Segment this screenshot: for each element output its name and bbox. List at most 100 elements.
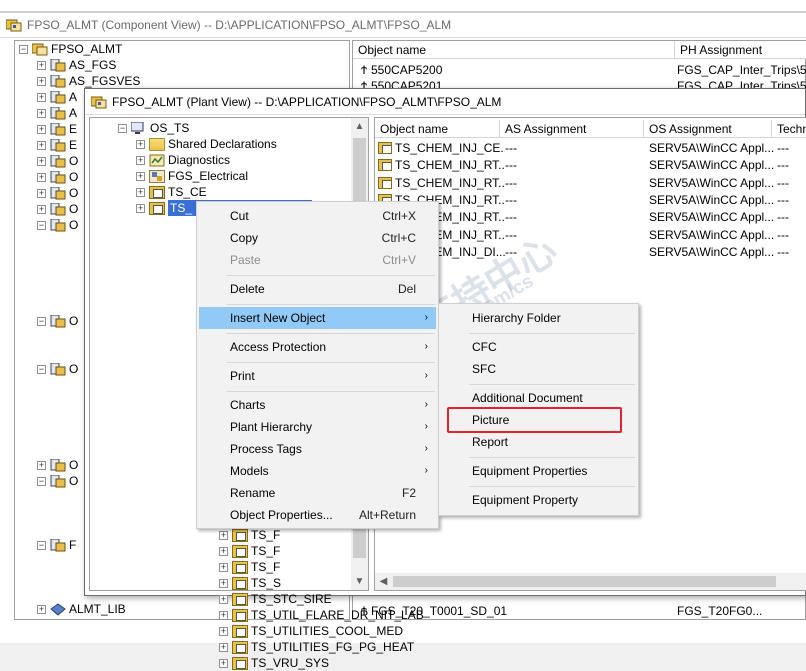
expand-icon[interactable]: + [219, 658, 228, 668]
tree-item[interactable]: + O [37, 185, 78, 201]
list-row[interactable]: TS_CHEM_INJ_CE... --- SERV5A\WinCC Appl...… [378, 140, 806, 157]
tree-root[interactable]: − FPSO_ALMT [19, 41, 122, 57]
menu-item-insert-new-object[interactable]: Insert New Object › [199, 307, 436, 329]
collapse-icon[interactable]: − [118, 123, 127, 133]
expand-icon[interactable]: + [219, 642, 228, 652]
tree-item-diagnostics[interactable]: + Diagnostics [136, 152, 230, 168]
menu-item-copy[interactable]: Copy Ctrl+C [199, 227, 436, 249]
expand-icon[interactable]: + [37, 92, 46, 102]
submenu-item-equipment-property[interactable]: Equipment Property [441, 489, 636, 511]
expand-icon[interactable]: + [37, 172, 46, 182]
scroll-thumb[interactable] [393, 576, 776, 587]
tree-item[interactable]: + TS_F [219, 527, 280, 543]
menu-item-charts[interactable]: Charts › [199, 394, 436, 416]
tree-item[interactable]: + O [37, 169, 78, 185]
tree-item[interactable]: + TS_S [219, 575, 281, 591]
expand-icon[interactable]: + [219, 594, 228, 604]
column-header[interactable]: Techn [772, 120, 806, 137]
list-row[interactable]: TS_CHEM_INJ_RT... --- SERV5A\WinCC Appl...… [378, 209, 806, 226]
collapse-icon[interactable]: − [19, 44, 28, 54]
menu-item-plant-hierarchy[interactable]: Plant Hierarchy › [199, 416, 436, 438]
submenu-item-report[interactable]: Report [441, 431, 636, 453]
expand-icon[interactable]: + [219, 578, 228, 588]
expand-icon[interactable]: + [136, 139, 145, 149]
tree-item[interactable]: + O [37, 457, 78, 473]
menu-item-print[interactable]: Print › [199, 365, 436, 387]
collapse-icon[interactable]: − [37, 316, 46, 326]
tree-item[interactable]: + TS_UTIL_FLARE_DR_NIT_LAB [219, 607, 424, 623]
expand-icon[interactable]: + [219, 626, 228, 636]
expand-icon[interactable]: + [37, 604, 46, 614]
column-header[interactable]: AS Assignment [500, 120, 644, 137]
tree-item[interactable]: − O [37, 361, 78, 377]
tree-item[interactable]: + A [37, 105, 77, 121]
menu-item-rename[interactable]: Rename F2 [199, 482, 436, 504]
expand-icon[interactable]: + [136, 155, 145, 165]
expand-icon[interactable]: + [37, 156, 46, 166]
menu-item-access-protection[interactable]: Access Protection › [199, 336, 436, 358]
list-row[interactable]: TS_CHEM_INJ_RT... --- SERV5A\WinCC Appl...… [378, 157, 806, 174]
tree-item[interactable]: − O [37, 217, 78, 233]
list-row[interactable]: Ϯ 550CAP5200 FGS_CAP_Inter_Trips\55. [357, 62, 806, 79]
expand-icon[interactable]: + [136, 187, 145, 197]
tree-item[interactable]: + O [37, 153, 78, 169]
tree-item[interactable]: − O [37, 473, 78, 489]
plant-list-hscrollbar[interactable]: ◀ [375, 573, 806, 590]
collapse-icon[interactable]: − [37, 364, 46, 374]
submenu-item-sfc[interactable]: SFC [441, 358, 636, 380]
menu-item-delete[interactable]: Delete Del [199, 278, 436, 300]
expand-icon[interactable]: + [37, 76, 46, 86]
tree-item[interactable]: + TS_STC_SIRE [219, 591, 332, 607]
expand-icon[interactable]: + [136, 203, 145, 213]
tree-item[interactable]: + TS_UTILITIES_FG_PG_HEAT [219, 639, 414, 655]
list-row[interactable]: TS_CHEM_INJ_RT... --- SERV5A\WinCC Appl...… [378, 192, 806, 209]
tree-item[interactable]: + AS_FGSVES [37, 73, 140, 89]
menu-item-process-tags[interactable]: Process Tags › [199, 438, 436, 460]
list-row[interactable]: TS_CHEM_INJ_DI... --- SERV5A\WinCC Appl...… [378, 244, 806, 261]
tree-parent[interactable]: − OS_TS [118, 120, 189, 136]
tree-item[interactable]: + TS_F [219, 543, 280, 559]
expand-icon[interactable]: + [219, 562, 228, 572]
expand-icon[interactable]: + [219, 546, 228, 556]
menu-item-cut[interactable]: Cut Ctrl+X [199, 205, 436, 227]
tree-item[interactable]: − F [37, 537, 76, 553]
list-row[interactable]: Ϯ FGS_T20_T0001_SD_01 FGS_T20FG0... [357, 603, 806, 620]
expand-icon[interactable]: + [37, 140, 46, 150]
expand-icon[interactable]: + [37, 60, 46, 70]
tree-item[interactable]: − O [37, 313, 78, 329]
tree-item[interactable]: + A [37, 89, 77, 105]
tree-item-shared-declarations[interactable]: + Shared Declarations [136, 136, 277, 152]
collapse-icon[interactable]: − [37, 220, 46, 230]
expand-icon[interactable]: + [136, 171, 145, 181]
menu-item-object-properties[interactable]: Object Properties... Alt+Return [199, 504, 436, 526]
scroll-up-arrow-icon[interactable]: ▲ [351, 118, 368, 135]
tree-item[interactable]: + TS_UTILITIES_COOL_MED [219, 623, 403, 639]
menu-item-paste[interactable]: Paste Ctrl+V [199, 249, 436, 271]
component-view-titlebar[interactable]: FPSO_ALMT (Component View) -- D:\APPLICA… [0, 12, 806, 38]
menu-item-models[interactable]: Models › [199, 460, 436, 482]
tree-item[interactable]: + O [37, 201, 78, 217]
scroll-down-arrow-icon[interactable]: ▼ [351, 573, 368, 590]
submenu-item-equipment-properties[interactable]: Equipment Properties [441, 460, 636, 482]
list-row[interactable]: TS_CHEM_INJ_RT... --- SERV5A\WinCC Appl...… [378, 227, 806, 244]
tree-item[interactable]: + TS_CE [136, 184, 207, 200]
tree-item-fgs-electrical[interactable]: + FGS_Electrical [136, 168, 248, 184]
tree-item[interactable]: + AS_FGS [37, 57, 116, 73]
collapse-icon[interactable]: − [37, 476, 46, 486]
tree-item[interactable]: + E [37, 137, 77, 153]
expand-icon[interactable]: + [37, 204, 46, 214]
tree-item[interactable]: + TS_VRU_SYS [219, 655, 329, 671]
list-row[interactable]: TS_CHEM_INJ_RT... --- SERV5A\WinCC Appl...… [378, 175, 806, 192]
plant-view-titlebar[interactable]: FPSO_ALMT (Plant View) -- D:\APPLICATION… [85, 89, 805, 115]
expand-icon[interactable]: + [37, 108, 46, 118]
expand-icon[interactable]: + [219, 530, 228, 540]
submenu-item-hierarchy-folder[interactable]: Hierarchy Folder [441, 307, 636, 329]
tree-item[interactable]: + TS_F [219, 559, 280, 575]
column-header[interactable]: Object name [375, 120, 500, 137]
expand-icon[interactable]: + [37, 124, 46, 134]
submenu-item-additional-document[interactable]: Additional Document [441, 387, 636, 409]
column-header[interactable]: OS Assignment [644, 120, 772, 137]
expand-icon[interactable]: + [219, 610, 228, 620]
collapse-icon[interactable]: − [37, 540, 46, 550]
column-header[interactable]: Object name [353, 41, 675, 58]
